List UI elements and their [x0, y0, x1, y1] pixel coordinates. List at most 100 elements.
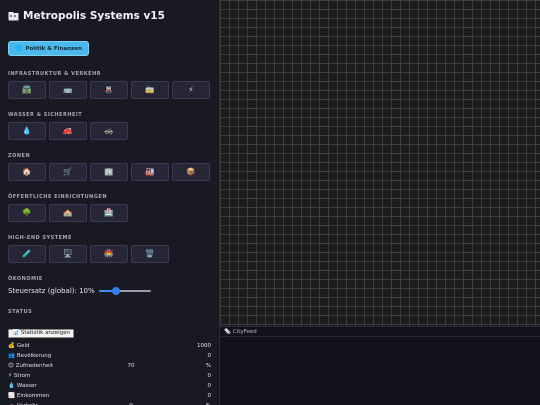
office-icon: 🏢 — [104, 167, 114, 177]
status-row-label: 📈 Einkommen — [8, 393, 49, 399]
status-row-income: 📈 Einkommen 0 — [8, 391, 211, 401]
status-row-unit: % — [205, 363, 211, 369]
globe-icon: 🌐 — [15, 45, 23, 52]
status-row-value: 70 — [127, 363, 135, 369]
status-row-name: Strom — [13, 373, 31, 379]
status-row-label: ⚡ Strom — [8, 373, 30, 379]
tram-icon: 🚋 — [145, 85, 155, 95]
status-row-unit: 0 — [207, 353, 212, 359]
economy-label: ÖKONOMIE — [8, 276, 43, 282]
police-car-icon: 🚓 — [104, 126, 114, 136]
status-row-label: 💰 Geld — [8, 343, 30, 349]
bus-icon: 🚌 — [63, 85, 73, 95]
status-row-name: Zufriedenheit — [15, 363, 54, 369]
city-map-grid[interactable] — [220, 0, 540, 326]
status-row-population: 👥 Bevölkerung 0 — [8, 351, 211, 361]
hospital-icon: 🏥 — [104, 208, 114, 218]
status-row-power: ⚡ Strom 0 — [8, 371, 211, 381]
tool-row-water: 💧 🚒 🚓 — [8, 122, 211, 140]
money-icon: 💰 — [8, 343, 15, 349]
tax-row: Steuersatz (global): 10% — [8, 286, 211, 296]
tool-button-school[interactable]: 🏫 — [49, 204, 87, 222]
status-row-unit: 1000 — [197, 343, 211, 349]
park-icon: 🌳 — [22, 208, 32, 218]
recycling-icon: 🗑️ — [145, 249, 155, 259]
status-row-name: Wasser — [16, 383, 37, 389]
section-label-zones: ZONEN — [8, 153, 31, 159]
water-icon: 💧 — [8, 383, 15, 389]
tool-sections: INFRASTRUKTUR & VERKEHR 🛣️ 🚌 🚇 🚋 ⚡ WASSER & SI… — [8, 71, 211, 263]
tool-button-residential[interactable]: 🏠 — [8, 163, 46, 181]
computer-icon: 🖥️ — [63, 249, 73, 259]
power-icon: ⚡ — [8, 373, 12, 379]
fire-truck-icon: 🚒 — [63, 126, 73, 136]
app-title-text: Metropolis Systems v15 — [23, 10, 165, 22]
show-statistics-button[interactable]: 📊 Statistik anzeigen — [8, 328, 75, 338]
lab-icon: 🧪 — [22, 249, 32, 259]
city-feed-title: CityFeed — [232, 328, 257, 335]
status-row-name: Geld — [16, 343, 30, 349]
tax-slider-thumb[interactable] — [111, 287, 120, 295]
tool-button-recycling[interactable]: 🗑️ — [131, 245, 169, 263]
commercial-icon: 🛒 — [63, 167, 73, 177]
tool-button-stadium[interactable]: 🏟️ — [90, 245, 128, 263]
tool-button-metro[interactable]: 🚇 — [90, 81, 128, 99]
tool-button-computer[interactable]: 🖥️ — [49, 245, 87, 263]
tax-rate-text: Steuersatz (global): 10% — [8, 287, 95, 295]
status-row-unit: 0 — [207, 383, 212, 389]
status-row-happiness: 😊 Zufriedenheit 70% — [8, 361, 211, 371]
residential-icon: 🏠 — [22, 167, 32, 177]
tool-button-park[interactable]: 🌳 — [8, 204, 46, 222]
status-row-name: Einkommen — [16, 393, 50, 399]
newspaper-icon: 🗞️ — [224, 328, 231, 335]
tool-row-highend: 🧪 🖥️ 🏟️ 🗑️ — [8, 245, 211, 263]
status-row-money: 💰 Geld 1000 — [8, 341, 211, 351]
show-statistics-label: Statistik anzeigen — [20, 330, 71, 336]
tool-button-office[interactable]: 🏢 — [90, 163, 128, 181]
industry-icon: 🏭 — [145, 167, 155, 177]
politics-finance-button[interactable]: 🌐 Politik & Finanzen — [8, 41, 89, 56]
tool-button-water[interactable]: 💧 — [8, 122, 46, 140]
status-label: STATUS — [8, 309, 33, 315]
tool-button-police-car[interactable]: 🚓 — [90, 122, 128, 140]
status-row-unit: 0 — [207, 393, 212, 399]
chart-icon: 📊 — [12, 330, 19, 336]
tool-button-fire-truck[interactable]: 🚒 — [49, 122, 87, 140]
politics-finance-label: Politik & Finanzen — [25, 45, 82, 52]
school-icon: 🏫 — [63, 208, 73, 218]
happiness-icon: 😊 — [8, 363, 14, 369]
building-icon — [8, 11, 19, 21]
app-title: Metropolis Systems v15 — [8, 8, 211, 24]
income-icon: 📈 — [8, 393, 15, 399]
status-row-unit: 0 — [207, 373, 212, 379]
status-list: 💰 Geld 1000 👥 Bevölkerung 0 😊 Zufriedenheit 70% ⚡… — [8, 341, 211, 405]
warehouse-icon: 📦 — [186, 167, 196, 177]
tool-button-power[interactable]: ⚡ — [172, 81, 210, 99]
power-icon: ⚡ — [188, 85, 194, 95]
stadium-icon: 🏟️ — [104, 249, 114, 259]
status-row-traffic: 🚗Verkehr0% — [8, 401, 211, 405]
tool-button-tram[interactable]: 🚋 — [131, 81, 169, 99]
section-label-water: WASSER & SICHERHEIT — [8, 112, 83, 118]
tool-row-infra: 🛣️ 🚌 🚇 🚋 ⚡ — [8, 81, 211, 99]
tool-button-industry[interactable]: 🏭 — [131, 163, 169, 181]
city-feed-header: 🗞️ CityFeed — [220, 327, 540, 337]
tool-button-bus[interactable]: 🚌 — [49, 81, 87, 99]
tool-button-lab[interactable]: 🧪 — [8, 245, 46, 263]
sidebar: Metropolis Systems v15 🌐 Politik & Finan… — [0, 0, 220, 405]
status-row-label: 😊 Zufriedenheit — [8, 363, 53, 369]
tool-row-public: 🌳 🏫 🏥 — [8, 204, 211, 222]
section-label-highend: HIGH-END SYSTEME — [8, 235, 72, 241]
tax-slider[interactable] — [98, 287, 151, 295]
metro-icon: 🚇 — [104, 85, 114, 95]
tool-button-commercial[interactable]: 🛒 — [49, 163, 87, 181]
status-row-label: 💧 Wasser — [8, 383, 37, 389]
tool-button-warehouse[interactable]: 📦 — [172, 163, 210, 181]
tool-button-hospital[interactable]: 🏥 — [90, 204, 128, 222]
status-row-water: 💧 Wasser 0 — [8, 381, 211, 391]
city-feed-panel: 🗞️ CityFeed — [220, 326, 540, 405]
section-label-public: ÖFFENTLICHE EINRICHTUNGEN — [8, 194, 108, 200]
road-icon: 🛣️ — [22, 85, 32, 95]
section-label-infra: INFRASTRUKTUR & VERKEHR — [8, 71, 102, 77]
tool-button-road[interactable]: 🛣️ — [8, 81, 46, 99]
